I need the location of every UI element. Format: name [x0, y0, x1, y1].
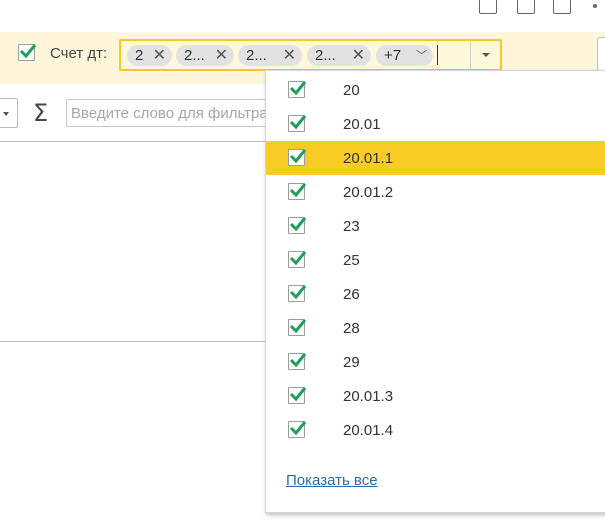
more-chip-label: +7	[384, 47, 402, 64]
chip-item[interactable]: 2 ✕	[127, 45, 172, 66]
item-checkbox[interactable]	[288, 319, 307, 336]
checkmark-icon	[289, 319, 307, 334]
filter-label: Счет дт:	[50, 45, 108, 62]
close-icon[interactable]: ✕	[352, 45, 365, 66]
toolbar-icons	[455, 0, 605, 16]
checkmark-icon	[289, 285, 307, 300]
chip-item[interactable]: 2... ✕	[307, 45, 371, 66]
item-checkbox[interactable]	[288, 149, 307, 166]
list-item[interactable]: 25	[266, 243, 605, 277]
item-value: 20.01.3	[343, 388, 394, 405]
list-item[interactable]: 20.01	[266, 107, 605, 141]
text-cursor	[437, 45, 438, 65]
item-value: 25	[343, 252, 360, 269]
account-multiselect-field[interactable]: 2 ✕ 2... ✕ 2... ✕ 2... ✕ +7 ﹀	[119, 39, 502, 71]
item-checkbox[interactable]	[288, 421, 307, 438]
item-value: 20.01.2	[343, 184, 394, 201]
item-checkbox[interactable]	[288, 81, 307, 98]
chevron-down-icon: ﹀	[416, 50, 427, 62]
sum-icon[interactable]: Σ	[33, 99, 48, 127]
item-checkbox[interactable]	[288, 285, 307, 302]
print-icon[interactable]	[517, 0, 535, 14]
checkmark-icon	[289, 387, 307, 402]
checkmark-icon	[289, 149, 307, 164]
checkmark-icon	[289, 421, 307, 436]
divider	[0, 141, 270, 142]
item-value: 23	[343, 218, 360, 235]
account-dropdown-list: 20 20.01 20.01.1 20.01.2 23 25 26 28 29 …	[265, 70, 605, 513]
show-all-link[interactable]: Показать все	[286, 472, 378, 489]
chip-item[interactable]: 2... ✕	[176, 45, 234, 66]
chip-label: 2	[135, 47, 144, 64]
checkmark-icon	[289, 183, 307, 198]
item-checkbox[interactable]	[288, 115, 307, 132]
checkmark-icon	[19, 44, 37, 59]
list-item[interactable]: 23	[266, 209, 605, 243]
chip-item[interactable]: 2... ✕	[238, 45, 302, 66]
close-icon[interactable]: ✕	[215, 45, 228, 66]
more-icon[interactable]	[593, 4, 597, 8]
chip-label: 2...	[315, 47, 336, 64]
save-icon[interactable]	[479, 0, 497, 14]
item-checkbox[interactable]	[288, 251, 307, 268]
triangle-down-icon	[3, 112, 9, 116]
list-item[interactable]: 29	[266, 345, 605, 379]
item-checkbox[interactable]	[288, 217, 307, 234]
list-item[interactable]: 20.01.4	[266, 413, 605, 447]
view-dropdown-button[interactable]	[0, 98, 18, 128]
divider	[0, 341, 270, 342]
item-checkbox[interactable]	[288, 387, 307, 404]
list-item[interactable]: 20.01.3	[266, 379, 605, 413]
triangle-down-icon	[482, 53, 490, 57]
checkmark-icon	[289, 81, 307, 96]
list-item[interactable]: 28	[266, 311, 605, 345]
chip-label: 2...	[246, 47, 267, 64]
preview-icon[interactable]	[553, 0, 571, 14]
list-item-selected[interactable]: 20.01.1	[266, 141, 605, 175]
close-icon[interactable]: ✕	[283, 45, 296, 66]
item-checkbox[interactable]	[288, 353, 307, 370]
item-value: 20.01	[343, 116, 381, 133]
search-input[interactable]	[66, 99, 286, 127]
item-checkbox[interactable]	[288, 183, 307, 200]
checkmark-icon	[289, 217, 307, 232]
dropdown-button[interactable]	[470, 41, 500, 69]
more-chips-button[interactable]: +7 ﹀	[376, 45, 433, 66]
close-icon[interactable]: ✕	[153, 45, 166, 66]
list-item[interactable]: 26	[266, 277, 605, 311]
checkmark-icon	[289, 115, 307, 130]
chip-label: 2...	[184, 47, 205, 64]
item-value: 29	[343, 354, 360, 371]
checkmark-icon	[289, 353, 307, 368]
checkmark-icon	[289, 251, 307, 266]
list-item[interactable]: 20	[266, 73, 605, 107]
item-value: 26	[343, 286, 360, 303]
filter-enabled-checkbox[interactable]	[18, 44, 37, 61]
list-item[interactable]: 20.01.2	[266, 175, 605, 209]
item-value: 20	[343, 82, 360, 99]
item-value: 20.01.4	[343, 422, 394, 439]
item-value: 20.01.1	[343, 150, 394, 167]
item-value: 28	[343, 320, 360, 337]
side-field[interactable]	[597, 37, 605, 71]
